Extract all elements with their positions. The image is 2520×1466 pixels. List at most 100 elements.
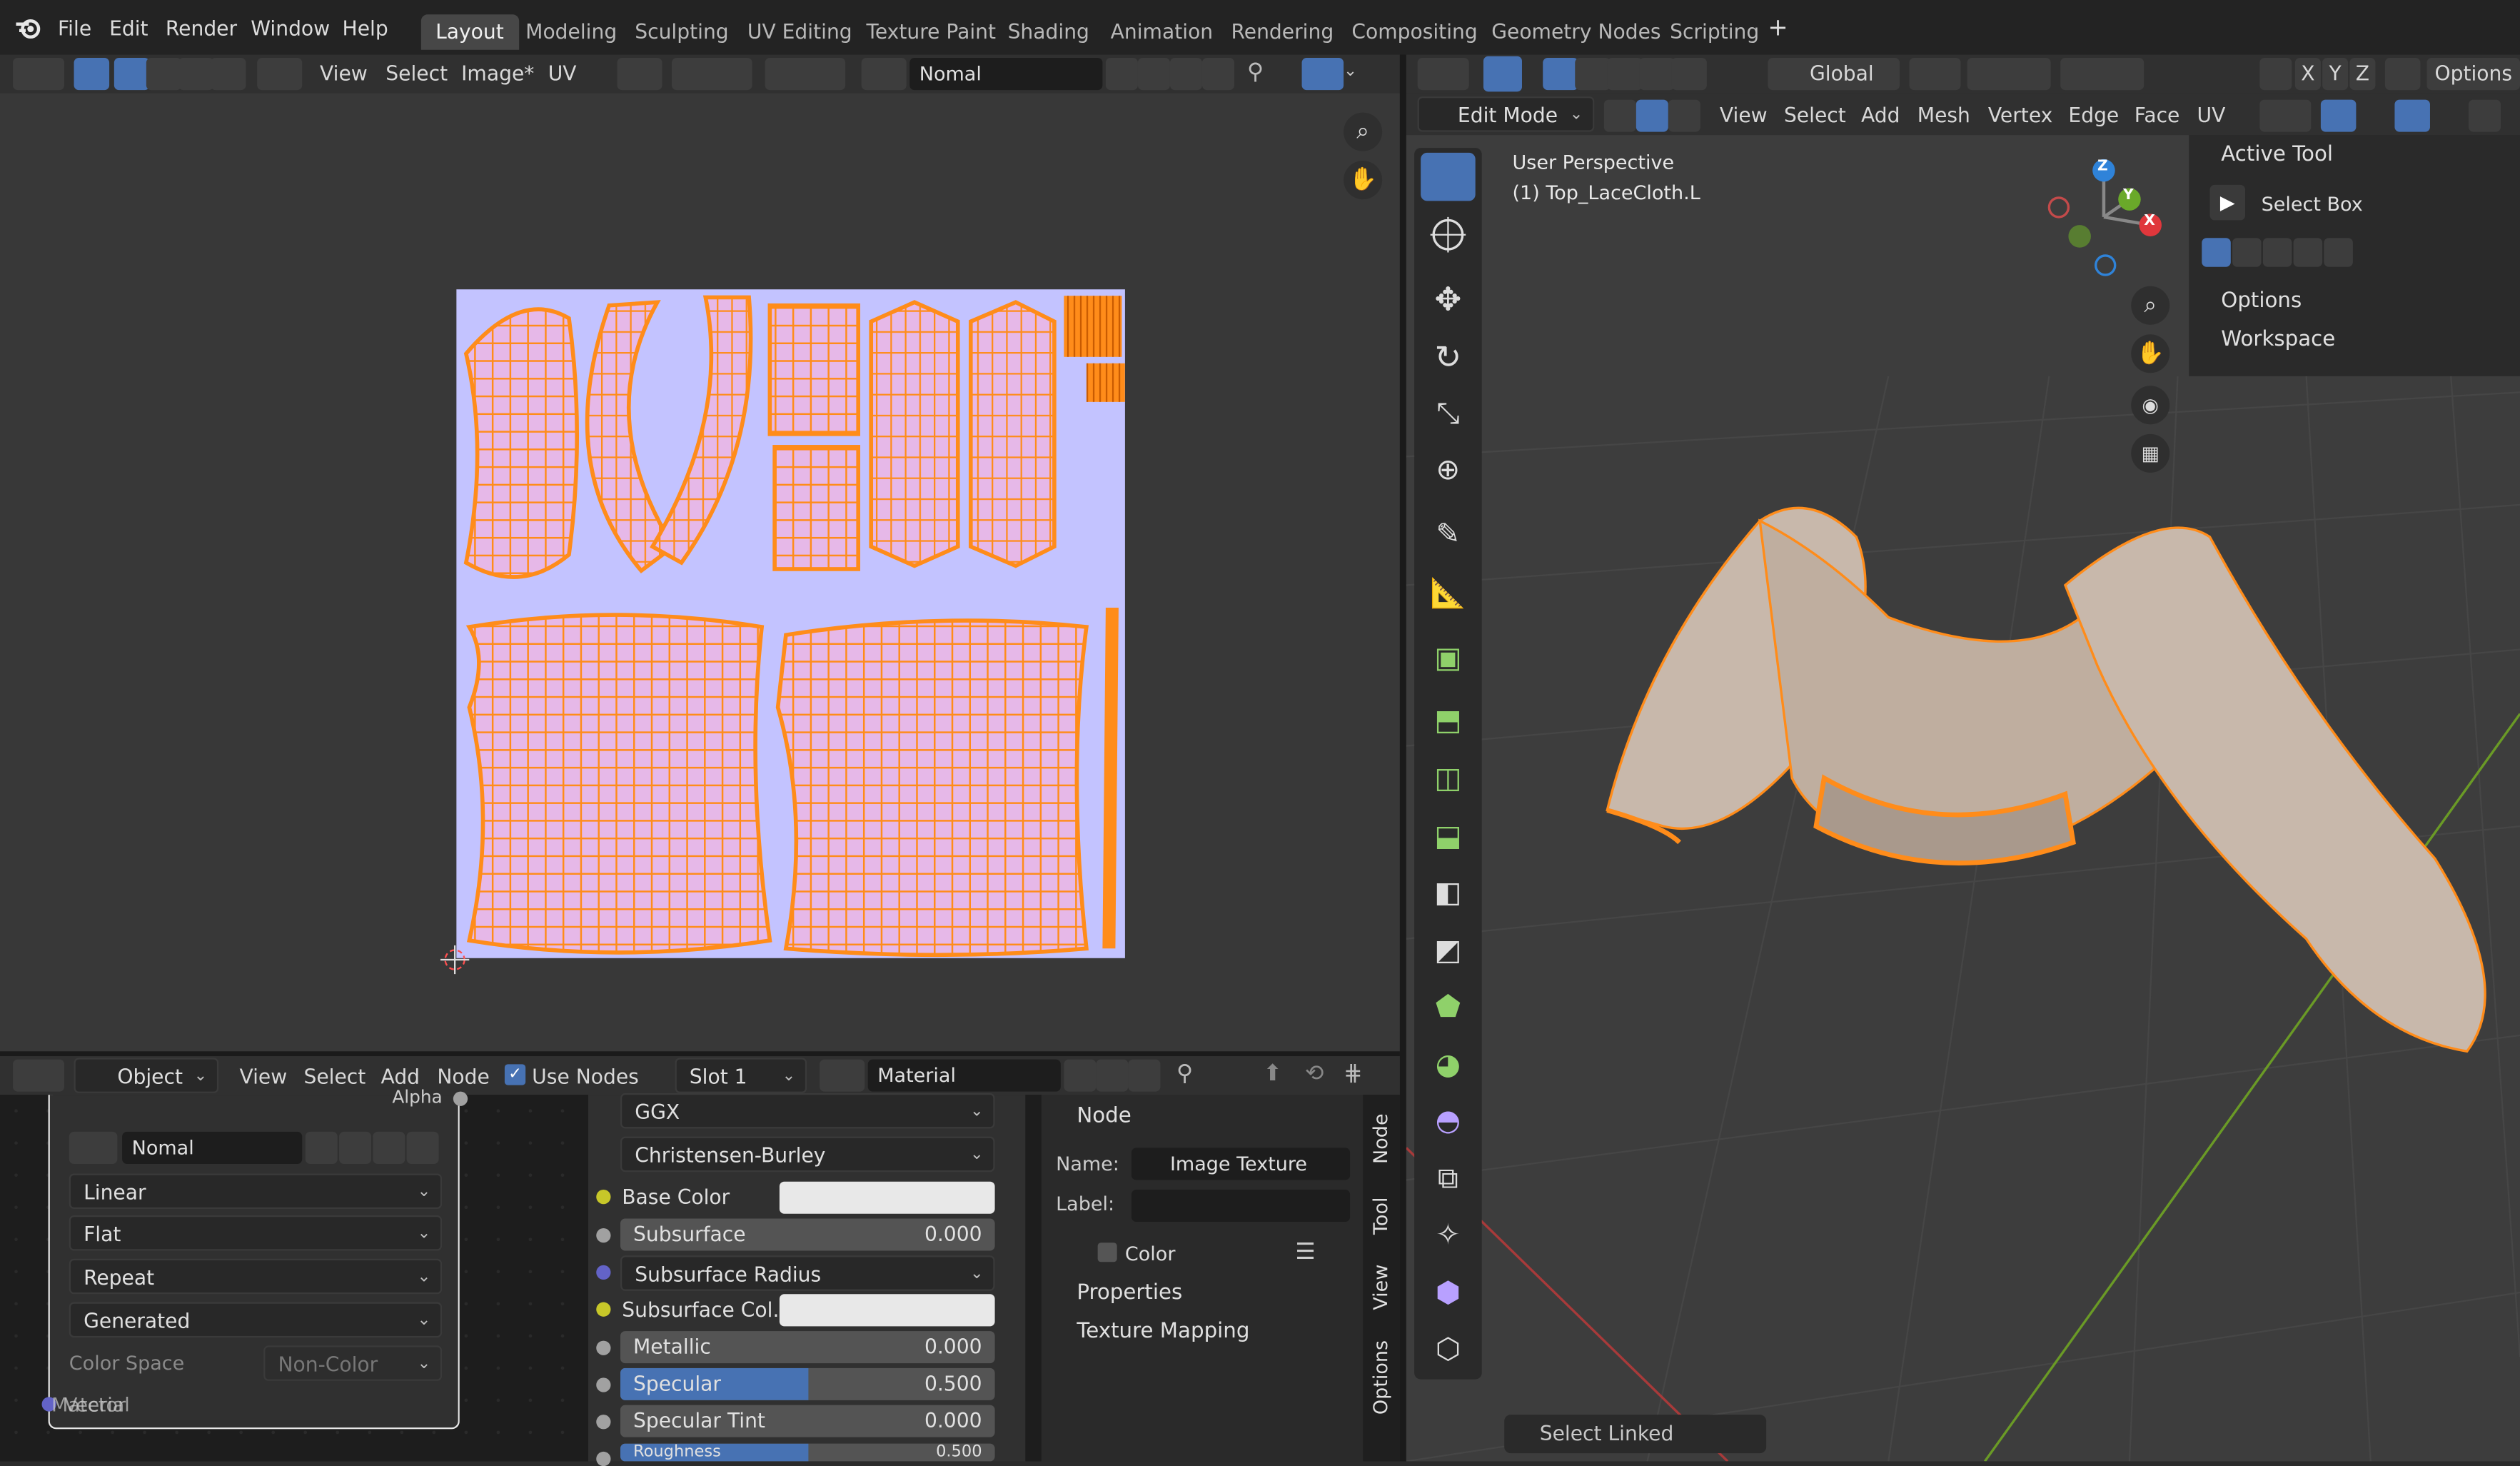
image-menu-image[interactable]: Image*: [461, 61, 534, 86]
tab-shading[interactable]: Shading: [993, 14, 1104, 50]
mode-selector[interactable]: Edit Mode ⌄: [1417, 96, 1595, 132]
2d-cursor-icon[interactable]: [440, 945, 470, 975]
viewport-menu-edge[interactable]: Edge: [2068, 103, 2119, 127]
slot-dropdown[interactable]: Slot 1 ⌄: [675, 1058, 807, 1093]
tool-mode-set-icon[interactable]: [2202, 238, 2231, 267]
distribution-dropdown[interactable]: GGX ⌄: [620, 1093, 995, 1129]
roughness-slider[interactable]: Roughness 0.500: [620, 1443, 995, 1462]
subsurface-color-swatch[interactable]: [779, 1294, 995, 1327]
tab-node[interactable]: Node: [1369, 1113, 1392, 1164]
use-nodes-checkbox[interactable]: ✓: [504, 1064, 526, 1085]
tab-rendering[interactable]: Rendering: [1216, 14, 1348, 50]
viewport-menu-select[interactable]: Select: [1784, 103, 1846, 127]
node-menu-view[interactable]: View: [239, 1064, 287, 1088]
axis-x-toggle[interactable]: X: [2294, 58, 2321, 91]
hand-pan-icon[interactable]: ✋: [1344, 161, 1383, 200]
pivot-icon[interactable]: [617, 58, 662, 91]
viewport-overlay-icon[interactable]: [2394, 99, 2430, 132]
viewport-pan-icon[interactable]: ✋: [2131, 334, 2170, 373]
editor-type-icon[interactable]: [13, 58, 65, 91]
uv-sync-icon[interactable]: [74, 58, 110, 91]
extension-dropdown[interactable]: Repeat ⌄: [69, 1258, 443, 1295]
select-mode-new-icon[interactable]: [1543, 58, 1578, 91]
node-pin-icon[interactable]: ⚲: [1176, 1061, 1193, 1087]
open-image-icon[interactable]: [1169, 58, 1202, 91]
zoom-icon[interactable]: ⌕: [1344, 112, 1383, 151]
subsurface-socket[interactable]: [596, 1227, 611, 1243]
tab-geometry-nodes[interactable]: Geometry Nodes: [1477, 14, 1675, 50]
node-image-name-field[interactable]: Nomal: [122, 1131, 303, 1164]
node-color-checkbox[interactable]: [1097, 1242, 1117, 1262]
material-new-icon[interactable]: [1096, 1059, 1129, 1092]
vertex-mode-icon[interactable]: [1603, 99, 1636, 132]
interpolation-dropdown[interactable]: Linear ⌄: [69, 1173, 443, 1209]
move-tool-icon[interactable]: ✥: [1421, 275, 1476, 323]
face-select-mode-icon[interactable]: [178, 58, 214, 91]
viewport-options-button[interactable]: Options: [2426, 58, 2520, 91]
active-tool-header[interactable]: Active Tool: [2221, 143, 2333, 167]
subsurface-slider[interactable]: Subsurface 0.000: [620, 1218, 995, 1251]
subsurface-radius-dropdown[interactable]: Subsurface Radius ⌄: [620, 1255, 995, 1291]
edge-slide-tool-icon[interactable]: ⧉: [1421, 1156, 1476, 1205]
viewport-divider[interactable]: [1399, 54, 1406, 1462]
viewport-menu-face[interactable]: Face: [2135, 103, 2180, 127]
transform-tool-icon[interactable]: ⊕: [1421, 447, 1476, 496]
island-select-mode-icon[interactable]: [210, 58, 246, 91]
new-image-icon[interactable]: [1137, 58, 1170, 91]
shrink-fatten-tool-icon[interactable]: ✧: [1421, 1212, 1476, 1260]
menu-render[interactable]: Render: [166, 16, 237, 41]
sticky-select-icon[interactable]: [257, 58, 303, 91]
transform-orientation[interactable]: Global: [1810, 61, 1874, 86]
bevel-tool-icon[interactable]: ⬓: [1421, 813, 1476, 862]
node-image-open-icon[interactable]: [373, 1131, 405, 1164]
material-unlink-icon[interactable]: [1128, 1059, 1161, 1092]
subsurface-color-socket[interactable]: [596, 1302, 611, 1317]
select-mode-invert-icon[interactable]: [1639, 58, 1675, 91]
viewport-proportional-icon[interactable]: [2060, 58, 2144, 91]
annotate-tool-icon[interactable]: ✎: [1421, 511, 1476, 560]
tab-texture-paint[interactable]: Texture Paint: [852, 14, 1010, 50]
options-panel-header[interactable]: Options: [2221, 289, 2302, 313]
rotate-tool-icon[interactable]: ↻: [1421, 333, 1476, 381]
menu-file[interactable]: File: [58, 16, 91, 41]
tab-modeling[interactable]: Modeling: [511, 14, 632, 50]
face-mode-icon[interactable]: [1668, 99, 1700, 132]
poly-build-tool-icon[interactable]: ⬟: [1421, 984, 1476, 1033]
viewport-snap-icon[interactable]: [1967, 58, 2051, 91]
tab-layout[interactable]: Layout: [420, 14, 519, 50]
image-menu-view[interactable]: View: [320, 61, 368, 86]
smooth-tool-icon[interactable]: ◓: [1421, 1098, 1476, 1147]
navigation-gizmo[interactable]: Z Y X: [2041, 154, 2169, 276]
mirror-icon[interactable]: [2259, 58, 2292, 91]
node-image-unlink-icon[interactable]: [406, 1131, 439, 1164]
node-image-new-icon[interactable]: [339, 1131, 372, 1164]
node-snap-icon[interactable]: ⟲: [1305, 1061, 1324, 1087]
tab-animation[interactable]: Animation: [1096, 14, 1227, 50]
alpha-output-socket[interactable]: [453, 1091, 468, 1106]
base-color-swatch[interactable]: [779, 1181, 995, 1214]
node-image-fake-user-icon[interactable]: [305, 1131, 338, 1164]
fake-user-icon[interactable]: [1105, 58, 1138, 91]
node-menu-select[interactable]: Select: [303, 1064, 366, 1088]
editor-divider[interactable]: [0, 1051, 1400, 1057]
chevron-down-icon[interactable]: ⌄: [1344, 63, 1357, 81]
specular-slider[interactable]: Specular 0.500: [620, 1367, 995, 1400]
xray-icon[interactable]: [2468, 99, 2501, 132]
axis-y-toggle[interactable]: Y: [2322, 58, 2349, 91]
spin-tool-icon[interactable]: ◕: [1421, 1042, 1476, 1090]
node-menu-add[interactable]: Add: [381, 1064, 420, 1088]
camera-view-icon[interactable]: ◉: [2131, 386, 2170, 425]
material-fake-user-icon[interactable]: [1064, 1059, 1097, 1092]
menu-edit[interactable]: Edit: [109, 16, 148, 41]
tool-mode-subtract-icon[interactable]: [2262, 238, 2292, 267]
viewport-zoom-icon[interactable]: ⌕: [2131, 286, 2170, 325]
edge-select-mode-icon[interactable]: [146, 58, 182, 91]
mesh-object[interactable]: [1606, 506, 2486, 1053]
vertex-select-mode-icon[interactable]: [114, 58, 150, 91]
shear-tool-icon[interactable]: ⬢: [1421, 1270, 1476, 1319]
properties-panel-header[interactable]: Properties: [1077, 1281, 1182, 1305]
tool-mode-extend-icon[interactable]: [2232, 238, 2262, 267]
texture-mapping-panel-header[interactable]: Texture Mapping: [1077, 1320, 1249, 1344]
select-mode-intersect-icon[interactable]: [1671, 58, 1707, 91]
blender-logo-icon[interactable]: [14, 16, 41, 41]
